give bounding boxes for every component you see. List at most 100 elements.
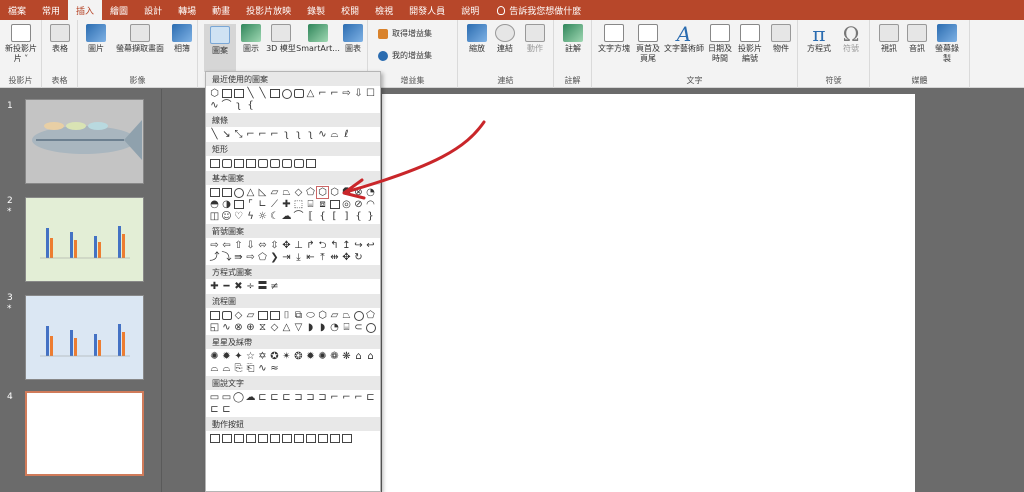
action-button-sound-shape[interactable] (317, 433, 328, 444)
donut-shape[interactable]: ◎ (341, 199, 352, 210)
smartart-button[interactable]: SmartArt... (296, 24, 340, 54)
curved-right-arrow-shape[interactable]: ↪ (353, 240, 364, 251)
arrow-line-shape[interactable]: ↘ (221, 129, 232, 140)
brace-shape[interactable]: { (245, 100, 256, 111)
action-button-back-shape[interactable] (209, 433, 220, 444)
flowchart-collate-shape[interactable]: ⧖ (257, 322, 268, 333)
action-button-help-shape[interactable] (329, 433, 340, 444)
line-shape[interactable]: ╲ (245, 88, 256, 99)
snip-rectangle-shape[interactable] (245, 158, 256, 169)
arc-shape[interactable]: ⌒ (293, 211, 304, 222)
rounded-rectangle-shape[interactable] (293, 88, 304, 99)
line-callout-no-border-shape[interactable]: ⌐ (341, 392, 352, 403)
left-bracket-shape[interactable]: [ (329, 211, 340, 222)
snip-rectangle-shape[interactable] (233, 158, 244, 169)
circular-arrow-shape[interactable]: ↻ (353, 252, 364, 263)
slide-thumbnail-panel[interactable]: 1 2 * 3 * 4 (0, 89, 162, 492)
flowchart-multidocument-shape[interactable]: ⧉ (293, 310, 304, 321)
cube-shape[interactable]: ⧈ (317, 199, 328, 210)
elbow-connector-shape[interactable]: ⌐ (329, 88, 340, 99)
flowchart-merge-shape[interactable]: ▽ (293, 322, 304, 333)
parallelogram-shape[interactable]: ▱ (269, 187, 280, 198)
rounded-rectangle-shape[interactable] (221, 158, 232, 169)
up-arrow-shape[interactable]: ⇧ (233, 240, 244, 251)
flowchart-manual-input-shape[interactable]: ⏥ (329, 310, 340, 321)
curved-double-arrow-connector-shape[interactable]: ʅ (305, 129, 316, 140)
tab-file[interactable]: 檔案 (0, 0, 34, 20)
curved-up-arrow-shape[interactable]: ⤴ (209, 252, 220, 263)
textbox-shape[interactable] (221, 88, 232, 99)
teardrop-shape[interactable]: ◑ (221, 199, 232, 210)
rectangle-shape[interactable] (305, 158, 316, 169)
flowchart-sequential-access-shape[interactable]: ◔ (329, 322, 340, 333)
right-bracket-shape[interactable]: ] (341, 211, 352, 222)
folded-corner-shape[interactable]: ◫ (209, 211, 220, 222)
ribbon-down-shape[interactable]: ⌂ (365, 351, 376, 362)
rectangle-shape[interactable] (209, 158, 220, 169)
right-brace-shape[interactable]: } (365, 211, 376, 222)
double-brace-shape[interactable]: { (317, 211, 328, 222)
curved-connector-shape[interactable]: ʅ (281, 129, 292, 140)
new-slide-button[interactable]: 新投影片 片 ˅ (5, 24, 37, 64)
curved-ribbon-shape[interactable]: ⌓ (221, 363, 232, 374)
rectangle-callout-shape[interactable]: ▭ (209, 392, 220, 403)
sun-shape[interactable]: ☼ (257, 211, 268, 222)
textbox-vertical-shape[interactable] (233, 88, 244, 99)
striped-right-arrow-shape[interactable]: ⇛ (233, 252, 244, 263)
star-10-shape[interactable]: ❂ (293, 351, 304, 362)
line-shape[interactable]: ╲ (209, 129, 220, 140)
tab-developer[interactable]: 開發人員 (401, 0, 453, 20)
elbow-connector-shape[interactable]: ⌐ (245, 129, 256, 140)
round-same-side-rectangle-shape[interactable] (293, 158, 304, 169)
pentagon-arrow-shape[interactable]: ⬠ (257, 252, 268, 263)
u-turn-arrow-shape[interactable]: ⮌ (317, 240, 328, 251)
flowchart-internal-storage-shape[interactable] (269, 310, 280, 321)
line-callout-shape[interactable]: ⊏ (281, 392, 292, 403)
lightning-bolt-shape[interactable]: ϟ (245, 211, 256, 222)
chevron-shape[interactable]: ❯ (269, 252, 280, 263)
line-callout-shape[interactable]: ⊏ (257, 392, 268, 403)
cross-shape[interactable]: ✚ (281, 199, 292, 210)
line-callout-border-accent-shape[interactable]: ⊏ (209, 404, 220, 415)
tab-design[interactable]: 設計 (136, 0, 170, 20)
smiley-face-shape[interactable]: ☺ (221, 211, 232, 222)
minus-shape[interactable]: ━ (221, 281, 232, 292)
star-5-shape[interactable]: ☆ (245, 351, 256, 362)
header-footer-button[interactable]: 頁首及頁尾 (634, 24, 662, 64)
freeform-shape[interactable]: ʅ (233, 100, 244, 111)
textbox-shape[interactable] (209, 187, 220, 198)
action-button-custom-shape[interactable] (341, 433, 352, 444)
oval-shape[interactable] (281, 88, 292, 99)
cloud-callout-shape[interactable]: ☁ (245, 392, 256, 403)
plaque-shape[interactable]: ⬚ (293, 199, 304, 210)
line-callout-shape[interactable]: ⊏ (269, 392, 280, 403)
double-bracket-shape[interactable]: ⟦ (305, 211, 316, 222)
left-arrow-callout-shape[interactable]: ⇤ (305, 252, 316, 263)
star-4-shape[interactable]: ✦ (233, 351, 244, 362)
screenshot-button[interactable]: 螢幕擷取畫面 (112, 24, 168, 54)
scroll-horizontal-shape[interactable]: ⎗ (245, 363, 256, 374)
bevel-shape[interactable] (329, 199, 340, 210)
flowchart-process-shape[interactable] (209, 310, 220, 321)
left-right-arrow-callout-shape[interactable]: ⇹ (329, 252, 340, 263)
flowchart-connector-shape[interactable] (353, 310, 364, 321)
symbol-button[interactable]: Ω 符號 (838, 24, 864, 54)
flowchart-summing-junction-shape[interactable]: ⊗ (233, 322, 244, 333)
line-callout-no-border-shape[interactable]: ⌐ (353, 392, 364, 403)
divide-shape[interactable]: ÷ (245, 281, 256, 292)
action-button-information-shape[interactable] (269, 433, 280, 444)
flowchart-direct-access-shape[interactable]: ⊂ (353, 322, 364, 333)
arc-shape[interactable]: ⌒ (221, 100, 232, 111)
diamond-shape[interactable]: ◇ (293, 187, 304, 198)
tab-record[interactable]: 錄製 (299, 0, 333, 20)
flowchart-extract-shape[interactable]: △ (281, 322, 292, 333)
table-button[interactable]: 表格 (48, 24, 72, 54)
line-callout-border-accent-shape[interactable]: ⊏ (221, 404, 232, 415)
curve-shape[interactable]: ∿ (209, 100, 220, 111)
action-button-forward-shape[interactable] (221, 433, 232, 444)
frame-shape[interactable] (233, 199, 244, 210)
right-arrow-shape[interactable]: ⇨ (209, 240, 220, 251)
line-callout-accent-shape[interactable]: ⊐ (305, 392, 316, 403)
plus-shape[interactable]: ✚ (209, 281, 220, 292)
down-arrow-callout-shape[interactable]: ⤓ (293, 252, 304, 263)
